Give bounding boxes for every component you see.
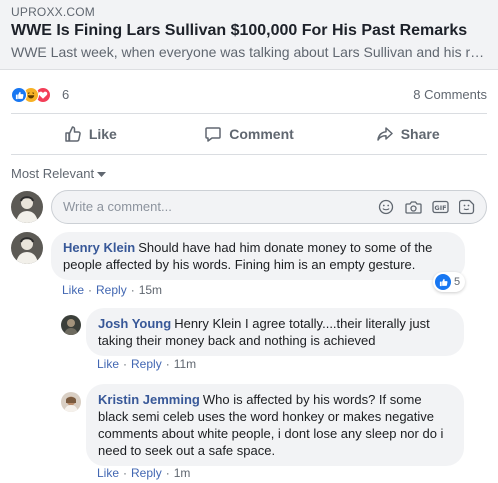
share-button[interactable]: Share	[328, 114, 487, 154]
emoji-icon[interactable]	[377, 198, 395, 216]
reply-author-avatar[interactable]	[61, 392, 81, 412]
comment-sort-dropdown[interactable]: Most Relevant	[11, 166, 107, 182]
comment-button-label: Comment	[229, 126, 294, 142]
comment-timestamp[interactable]: 11m	[174, 357, 196, 371]
comment-author[interactable]: Josh Young	[98, 316, 171, 331]
sticker-icon[interactable]	[458, 198, 476, 216]
comment-bubble: Henry Klein Should have had him donate mo…	[51, 232, 465, 280]
post-action-bar: Like Comment Share	[11, 113, 487, 155]
comment-reply-link[interactable]: Reply	[131, 357, 162, 371]
like-button-label: Like	[88, 126, 117, 142]
reply-bubble: Kristin Jemming Who is affected by his wo…	[86, 384, 464, 466]
like-button[interactable]: Like	[11, 114, 170, 154]
comment-meta: Like · Reply · 1m	[97, 466, 191, 480]
like-count-value: 5	[454, 276, 461, 288]
comment-composer[interactable]: Write a comment... GIF	[51, 190, 487, 224]
camera-icon[interactable]	[404, 198, 422, 216]
comment-reply-link[interactable]: Reply	[96, 283, 127, 297]
link-title[interactable]: WWE Is Fining Lars Sullivan $100,000 For…	[11, 21, 487, 41]
svg-text:GIF: GIF	[434, 204, 446, 212]
like-reaction-icon	[435, 274, 451, 290]
comment-button[interactable]: Comment	[170, 114, 329, 154]
share-arrow-icon	[376, 125, 394, 143]
like-reaction-icon	[11, 87, 27, 103]
thumbs-up-icon	[64, 125, 82, 143]
comment-count[interactable]: 8 Comments	[413, 87, 487, 103]
caret-down-icon	[97, 166, 107, 182]
comment-timestamp[interactable]: 15m	[139, 283, 162, 297]
reply-bubble: Josh Young Henry Klein I agree totally...…	[86, 308, 464, 356]
comment-input[interactable]: Write a comment...	[63, 199, 172, 215]
comment-meta: Like · Reply · 15m	[62, 283, 163, 297]
comment-author[interactable]: Kristin Jemming	[98, 392, 200, 407]
comment-like-link[interactable]: Like	[62, 283, 84, 297]
comment-like-link[interactable]: Like	[97, 357, 119, 371]
link-description: WWE Last week, when everyone was talking…	[11, 44, 487, 60]
comment-author[interactable]: Henry Klein	[63, 240, 135, 255]
reply-author-avatar[interactable]	[61, 315, 81, 335]
reaction-count[interactable]: 6	[62, 87, 69, 103]
link-preview-card[interactable]: UPROXX.COM WWE Is Fining Lars Sullivan $…	[0, 0, 498, 70]
comment-like-count[interactable]: 5	[433, 272, 466, 292]
comment-meta: Like · Reply · 11m	[97, 357, 197, 371]
gif-icon[interactable]: GIF	[431, 198, 449, 216]
comment-like-link[interactable]: Like	[97, 466, 119, 480]
current-user-avatar[interactable]	[11, 191, 43, 223]
speech-bubble-icon	[204, 125, 222, 143]
sort-label: Most Relevant	[11, 166, 95, 181]
composer-tools: GIF	[377, 198, 476, 216]
link-domain: UPROXX.COM	[11, 5, 96, 19]
reactions-summary: 6 8 Comments	[0, 78, 498, 112]
comment-timestamp[interactable]: 1m	[174, 466, 191, 480]
comment-reply-link[interactable]: Reply	[131, 466, 162, 480]
commenter-avatar[interactable]	[11, 232, 43, 264]
share-button-label: Share	[400, 126, 440, 142]
